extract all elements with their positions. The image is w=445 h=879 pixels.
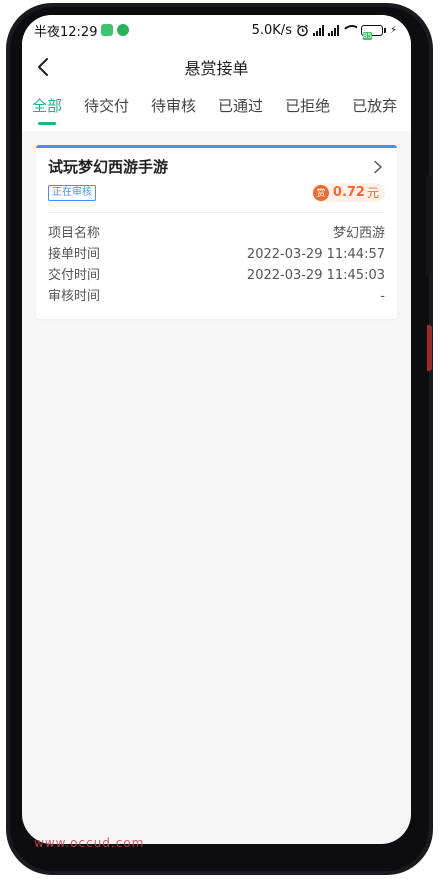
charging-icon: ⚡	[389, 24, 397, 36]
wifi-icon	[342, 25, 357, 35]
back-arrow-icon[interactable]	[32, 55, 56, 79]
reward-unit: 元	[366, 186, 379, 200]
signal-icon	[312, 24, 324, 36]
screen: 半夜12:29 5.0K/s 85 ⚡ 悬赏接单 全部 待交付 待审核 已通过 …	[22, 15, 411, 844]
status-badge: 正在审核	[48, 184, 96, 201]
nav-bar: 悬赏接单	[22, 45, 411, 89]
status-bar: 半夜12:29 5.0K/s 85 ⚡	[22, 15, 411, 45]
app-notification-icon	[101, 24, 114, 36]
tab-all[interactable]: 全部	[32, 95, 62, 125]
tab-pending-delivery[interactable]: 待交付	[84, 95, 129, 125]
order-card[interactable]: 试玩梦幻西游手游 正在审核 赏 0.72 元 项目名称 梦幻西游 接单时间 20…	[36, 145, 397, 319]
detail-value: 梦幻西游	[332, 226, 385, 241]
detail-label: 项目名称	[48, 226, 101, 241]
tab-approved[interactable]: 已通过	[218, 95, 263, 125]
detail-row: 接单时间 2022-03-29 11:44:57	[48, 244, 385, 265]
detail-value: 2022-03-29 11:45:03	[246, 268, 385, 283]
signal-icon-2	[327, 24, 339, 36]
reward-amount: 0.72	[332, 185, 365, 200]
detail-row: 交付时间 2022-03-29 11:45:03	[48, 265, 385, 286]
reward-badge: 赏 0.72 元	[311, 183, 385, 202]
reward-icon: 赏	[312, 184, 329, 201]
chevron-right-icon[interactable]	[371, 160, 385, 174]
page-title: 悬赏接单	[184, 59, 249, 78]
volume-button	[426, 175, 431, 275]
tab-pending-review[interactable]: 待审核	[151, 95, 196, 125]
detail-label: 审核时间	[48, 289, 101, 304]
detail-value: 2022-03-29 11:44:57	[246, 247, 385, 262]
detail-row: 项目名称 梦幻西游	[48, 223, 385, 244]
order-list: 试玩梦幻西游手游 正在审核 赏 0.72 元 项目名称 梦幻西游 接单时间 20…	[22, 131, 411, 319]
order-title: 试玩梦幻西游手游	[48, 158, 169, 176]
tab-rejected[interactable]: 已拒绝	[285, 95, 330, 125]
detail-row: 审核时间 -	[48, 286, 385, 307]
detail-label: 交付时间	[48, 268, 101, 283]
tab-abandoned[interactable]: 已放弃	[352, 95, 397, 125]
tab-bar: 全部 待交付 待审核 已通过 已拒绝 已放弃	[22, 89, 411, 131]
order-details: 项目名称 梦幻西游 接单时间 2022-03-29 11:44:57 交付时间 …	[48, 223, 385, 307]
detail-label: 接单时间	[48, 247, 101, 262]
battery-level: 85	[362, 31, 372, 40]
power-button	[427, 325, 432, 371]
network-speed: 5.0K/s	[251, 22, 292, 38]
alarm-icon	[297, 24, 308, 36]
status-time: 半夜12:29	[34, 24, 98, 40]
detail-value: -	[380, 289, 385, 304]
battery-icon: 85	[360, 24, 386, 40]
watermark: www.occud.com	[34, 836, 145, 850]
wechat-icon	[117, 24, 130, 36]
